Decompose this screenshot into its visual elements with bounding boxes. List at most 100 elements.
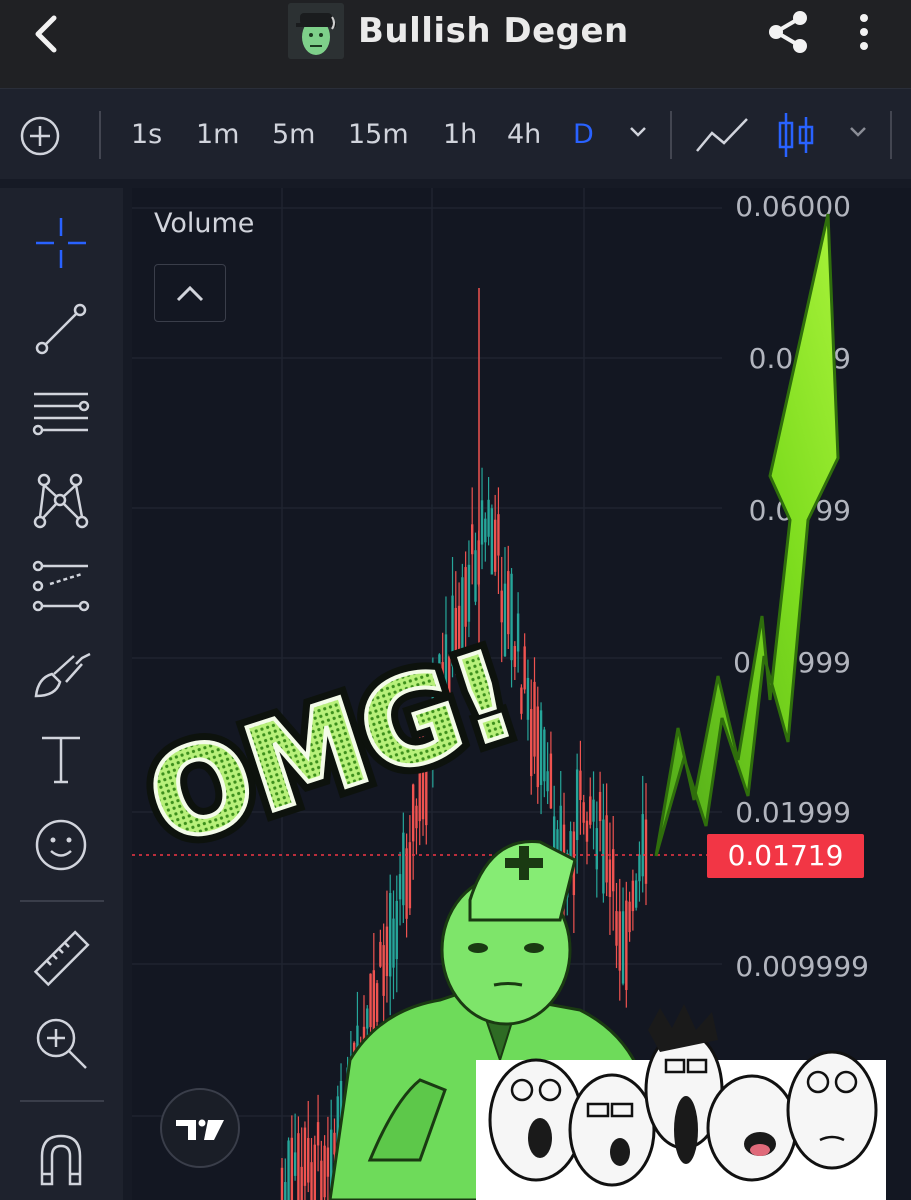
- collapse-volume-button[interactable]: [154, 264, 226, 322]
- candle-body: [579, 770, 582, 801]
- candle-body: [552, 816, 556, 867]
- candle-body: [336, 1096, 339, 1165]
- candle-body: [313, 1144, 316, 1200]
- candle-body: [484, 518, 487, 543]
- brush-icon[interactable]: [30, 642, 92, 704]
- magnet-icon[interactable]: [30, 1128, 92, 1190]
- fib-icon[interactable]: [30, 556, 92, 618]
- candlestick-icon[interactable]: [776, 111, 816, 159]
- candle-body: [300, 1166, 303, 1200]
- add-circle-icon[interactable]: [20, 116, 60, 156]
- toolbar-divider: [890, 111, 892, 159]
- interval-d[interactable]: D: [573, 115, 594, 155]
- back-arrow-icon[interactable]: [28, 14, 68, 54]
- channel-title[interactable]: Bullish Degen: [288, 2, 629, 60]
- candle-body: [612, 849, 615, 892]
- candle-body: [533, 681, 536, 757]
- candle-body: [379, 941, 382, 967]
- candle-body: [333, 1132, 336, 1155]
- price-axis-label: 9: [833, 342, 851, 375]
- emoji-icon[interactable]: [30, 814, 92, 876]
- line-chart-icon[interactable]: [694, 111, 750, 159]
- candle-body: [307, 1138, 310, 1183]
- zoom-in-icon[interactable]: [30, 1012, 92, 1074]
- interval-1h[interactable]: 1h: [443, 115, 477, 155]
- price-axis-label: 999: [797, 646, 851, 679]
- ruler-icon[interactable]: [30, 928, 92, 990]
- candle-body: [625, 900, 628, 991]
- share-icon[interactable]: [764, 8, 812, 56]
- toolbar-divider: [20, 900, 104, 902]
- candle-body: [369, 973, 372, 1028]
- candle-body: [618, 911, 621, 971]
- candle-body: [326, 1147, 330, 1177]
- chevron-down-icon[interactable]: [628, 125, 648, 139]
- candle-body: [490, 508, 494, 575]
- candle-body: [339, 1080, 343, 1127]
- chart-toolbar: 1s 1m 5m 15m 1h 4h D: [0, 88, 911, 179]
- candle-body: [389, 893, 392, 977]
- current-price-tag: 0.01719: [707, 834, 864, 878]
- candle-body: [559, 805, 562, 890]
- candle-body: [523, 646, 526, 690]
- candle-body: [444, 634, 448, 699]
- crosshair-icon[interactable]: [30, 212, 92, 274]
- chevron-down-icon[interactable]: [848, 125, 868, 139]
- candle-body: [280, 1167, 284, 1200]
- candle-body: [405, 848, 408, 919]
- candle-body: [448, 656, 451, 733]
- candle-body: [385, 926, 389, 977]
- candle-body: [487, 499, 490, 537]
- price-axis-label: 0.03: [748, 494, 811, 527]
- candle-body: [562, 824, 566, 900]
- price-axis-label: 99: [815, 494, 851, 527]
- price-axis-label: 0.01999: [735, 796, 851, 829]
- text-icon[interactable]: [30, 728, 92, 790]
- candle-body: [398, 874, 402, 900]
- page-title: Bullish Degen: [358, 11, 629, 51]
- candle-body: [434, 679, 438, 728]
- interval-1m[interactable]: 1m: [196, 115, 239, 155]
- candle-body: [451, 595, 454, 667]
- candle-body: [641, 814, 644, 877]
- chevron-up-icon: [176, 285, 204, 302]
- candle-body: [530, 709, 533, 777]
- price-axis-label: 0.04: [748, 342, 811, 375]
- candle-body: [346, 1067, 349, 1143]
- candle-body: [375, 983, 379, 1022]
- interval-1s[interactable]: 1s: [131, 115, 162, 155]
- candle-body: [569, 831, 572, 858]
- candle-body: [520, 687, 523, 714]
- candle-body: [592, 799, 595, 822]
- candle-body: [644, 819, 648, 884]
- candle-body: [507, 571, 510, 635]
- candle-body: [474, 550, 477, 602]
- pattern-icon[interactable]: [30, 470, 92, 532]
- interval-15m[interactable]: 15m: [348, 115, 409, 155]
- more-vertical-icon[interactable]: [852, 12, 876, 52]
- horizontal-lines-icon[interactable]: [30, 384, 92, 446]
- candle-body: [372, 970, 376, 1042]
- price-chart[interactable]: Volume 0.06000 0.04 9 0.03 99 0 999 0.01…: [132, 188, 911, 1200]
- trend-line-icon[interactable]: [30, 298, 92, 360]
- candle-body: [634, 880, 638, 908]
- candle-body: [425, 765, 428, 826]
- candle-body: [323, 1145, 326, 1198]
- candle-body: [536, 706, 539, 788]
- interval-4h[interactable]: 4h: [507, 115, 541, 155]
- avatar: [288, 3, 344, 59]
- toolbar-divider: [670, 111, 672, 159]
- candle-body: [467, 564, 471, 622]
- candle-body: [513, 646, 517, 667]
- candle-body: [461, 577, 464, 665]
- candle-body: [408, 842, 412, 909]
- interval-5m[interactable]: 5m: [272, 115, 315, 155]
- candle-body: [503, 583, 507, 657]
- chart-canvas[interactable]: [132, 188, 911, 1200]
- candle-body: [438, 654, 441, 726]
- candle-body: [366, 1008, 369, 1029]
- candle-body: [638, 854, 641, 882]
- tradingview-logo[interactable]: [160, 1088, 240, 1168]
- candle-body: [441, 662, 444, 707]
- candle-body: [500, 590, 503, 623]
